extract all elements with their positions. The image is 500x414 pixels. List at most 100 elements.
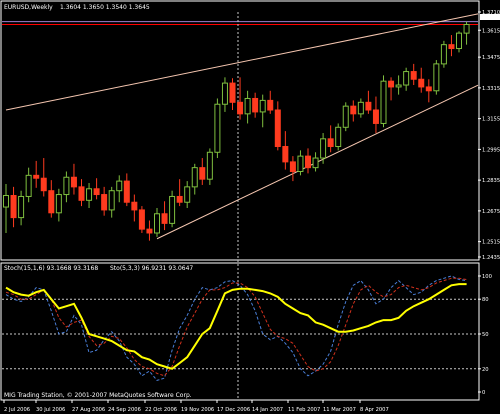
candle-body [297, 155, 304, 172]
candle-body [372, 109, 379, 124]
price-tick-label: 1.2835 [482, 178, 500, 184]
candle-body [237, 101, 244, 115]
candle-body [123, 180, 130, 203]
candle-body [63, 176, 70, 196]
candle-body [10, 195, 17, 219]
candle-body [176, 195, 183, 203]
candle-body [3, 195, 9, 208]
candle-body [48, 190, 55, 214]
candle-body [214, 103, 221, 153]
candle-body [395, 84, 402, 88]
candle-body [388, 80, 395, 88]
price-tick-label: 1.3615 [482, 28, 500, 34]
trendlines[interactable] [5, 13, 479, 240]
candle-body [282, 146, 289, 163]
stoch-tick-label: 50 [482, 332, 489, 338]
stoch-title-2: Sto(5,3,3) 96.9231 93.0647 [110, 265, 193, 272]
chart-canvas[interactable]: 1.37101.36151.34751.33151.31551.29951.28… [0, 0, 500, 414]
candles [3, 21, 470, 241]
stoch-signal-red [5, 277, 467, 377]
stoch-tick-label: 80 [482, 297, 489, 303]
candle-body [138, 209, 145, 230]
candle-body [267, 99, 274, 111]
stoch-tick-label: 0 [482, 390, 485, 396]
stochastic-lines [2, 275, 478, 381]
symbol-title: EURUSD,Weekly [4, 4, 53, 11]
candle-body [131, 201, 138, 211]
candle-body [425, 86, 432, 92]
price-pane-frame [0, 0, 480, 261]
candle-body [289, 161, 296, 172]
copyright-footer: MIG Trading Station, © 2001-2007 MetaQuo… [4, 392, 192, 399]
candle-body [169, 195, 176, 224]
candle-body [78, 186, 85, 201]
candle-body [146, 228, 153, 234]
candle-body [18, 195, 25, 219]
price-tick-label: 1.2435 [482, 255, 500, 261]
candle-body [184, 186, 191, 203]
candle-body [274, 109, 281, 148]
time-tick-label: 24 Sep 2006 [108, 407, 141, 413]
stoch-tick-label: 20 [482, 367, 489, 373]
candle-body [342, 105, 349, 128]
candle-body [199, 167, 206, 180]
candle-body [154, 213, 160, 234]
candle-body [335, 126, 342, 148]
time-tick-label: 11 Mar 2007 [323, 407, 356, 413]
candle-body [380, 80, 387, 124]
price-tick-label: 1.3155 [482, 117, 500, 123]
candle-body [25, 174, 32, 197]
candle-body [418, 78, 425, 88]
candle-body [403, 71, 410, 86]
candle-body [40, 177, 47, 192]
candle-body [252, 97, 259, 113]
candle-body [433, 63, 440, 92]
time-tick-label: 19 Nov 2006 [181, 407, 214, 413]
candle-body [410, 71, 417, 80]
price-axis: 1.37101.36151.34751.33151.31551.29951.28… [478, 10, 500, 261]
time-tick-label: 27 Aug 2006 [72, 407, 105, 413]
current-price-marker [480, 14, 500, 20]
stoch-main-yellow [5, 283, 467, 370]
candle-body [116, 180, 123, 192]
candle-body [448, 44, 455, 50]
candle-body [350, 105, 357, 115]
candle-body [55, 194, 62, 214]
stoch-signal-blue [5, 275, 467, 381]
stoch-title-1: Stoch(15,1,6) 93.1668 93.3168 [4, 265, 98, 272]
candle-body [456, 32, 462, 50]
candle-body [191, 167, 198, 188]
candle-body [70, 176, 77, 188]
candle-body [440, 44, 447, 65]
candle-body [259, 99, 266, 113]
time-tick-label: 30 Jul 2006 [36, 407, 65, 413]
trading-chart-window: 1.3710 1.3615 1.3475 1.3315 1.3155 1.2995 1.28… [0, 0, 500, 414]
time-tick-label: 11 Feb 2007 [288, 407, 320, 413]
candle-body [357, 101, 364, 115]
candle-body [463, 23, 470, 34]
time-tick-label: 22 Oct 2006 [145, 407, 177, 413]
candle-body [327, 138, 334, 148]
candle-body [221, 82, 228, 105]
candle-body [229, 82, 236, 103]
candle-body [320, 138, 327, 159]
candle-body [206, 151, 213, 180]
time-tick-label: 14 Jan 2007 [252, 407, 283, 413]
stoch-tick-label: 100 [482, 274, 492, 280]
candle-body [312, 157, 319, 169]
candle-body [161, 213, 168, 224]
price-tick-label: 1.2515 [482, 240, 500, 246]
time-tick-label: 17 Dec 2006 [217, 407, 250, 413]
time-tick-label: 8 Apr 2007 [360, 407, 389, 413]
time-tick-label: 2 Jul 2006 [4, 407, 30, 413]
indicator-pane-frame [0, 262, 480, 401]
candle-body [101, 194, 108, 211]
price-tick-label: 1.2675 [482, 209, 500, 215]
candle-body [365, 101, 372, 111]
trendline-upper[interactable] [5, 13, 479, 111]
candle-body [86, 188, 93, 201]
price-levels [2, 21, 478, 25]
ohlc-readout: 1.3604 1.3650 1.3540 1.3645 [60, 4, 150, 11]
price-tick-label: 1.2995 [482, 147, 500, 153]
candle-body [305, 155, 311, 169]
